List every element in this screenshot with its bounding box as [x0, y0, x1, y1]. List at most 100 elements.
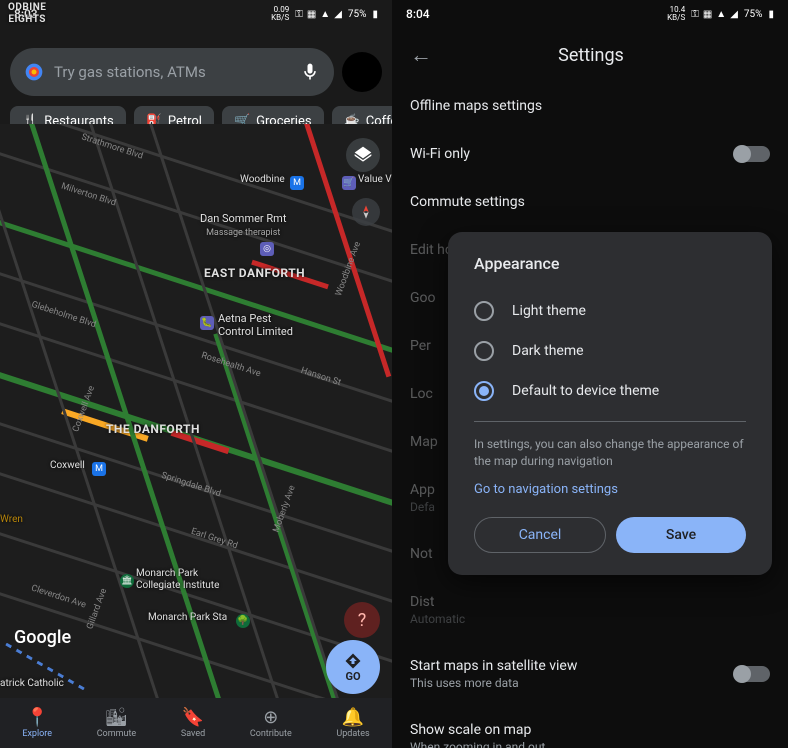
- vibrate-icon: ▦: [703, 9, 712, 20]
- setting-label: Commute settings: [410, 194, 525, 210]
- help-button[interactable]: ?: [344, 602, 380, 638]
- dialog-actions: Cancel Save: [474, 517, 746, 553]
- pest-icon[interactable]: 🐛: [200, 316, 214, 330]
- poi-wren[interactable]: Wren: [0, 514, 23, 526]
- poi-monarch-sta[interactable]: Monarch Park Sta: [148, 612, 227, 624]
- data-speed: 10.4 KB/S: [667, 6, 685, 22]
- area-label-top: ODBINEEIGHTS: [8, 2, 46, 26]
- nav-commute[interactable]: 🏙 Commute: [97, 707, 136, 739]
- poi-monarch-collegiate[interactable]: Monarch ParkCollegiate Institute: [136, 568, 219, 592]
- radio-label: Default to device theme: [512, 383, 659, 399]
- setting-label: Map: [410, 434, 438, 450]
- nav-updates[interactable]: 🔔 Updates: [336, 707, 369, 739]
- help-icon: ?: [358, 610, 367, 631]
- status-bar: 8:03 0.09 KB/S ⚿ ▦ ▲ ◢ 75% ▮: [0, 0, 392, 28]
- back-arrow-icon[interactable]: ←: [410, 42, 432, 68]
- key-icon: ⚿: [295, 9, 303, 20]
- poi-coxwell[interactable]: Coxwell: [50, 460, 85, 472]
- poi-dan-sommer[interactable]: Dan Sommer Rmt Massage therapist: [200, 212, 286, 239]
- area-east-danforth: EAST DANFORTH: [204, 266, 305, 280]
- battery-text: 75%: [348, 9, 367, 20]
- biz-icon[interactable]: ◎: [260, 242, 274, 256]
- store-icon[interactable]: 🛒: [342, 176, 356, 190]
- google-watermark: Google: [14, 627, 71, 648]
- go-button[interactable]: GO: [326, 640, 380, 694]
- search-row: Try gas stations, ATMs: [0, 48, 392, 96]
- status-right: 10.4 KB/S ⚿ ▦ ▲ ◢ 75% ▮: [667, 6, 774, 22]
- bookmark-icon: 🔖: [182, 707, 204, 727]
- setting-sublabel: Automatic: [410, 612, 465, 626]
- park-icon[interactable]: 🏛: [120, 574, 134, 588]
- setting-scale[interactable]: Show scale on map When zooming in and ou…: [410, 706, 770, 748]
- setting-label: Wi-Fi only: [410, 146, 470, 162]
- nav-label: Commute: [97, 729, 136, 739]
- compass-button[interactable]: [352, 198, 380, 226]
- buildings-icon: 🏙: [105, 707, 128, 727]
- mic-icon[interactable]: [300, 62, 320, 82]
- radio-icon: [474, 301, 494, 321]
- settings-header: ← Settings: [392, 28, 788, 82]
- dialog-info: In settings, you can also change the app…: [474, 436, 746, 470]
- setting-offline[interactable]: Offline maps settings: [410, 82, 770, 130]
- poi-woodbine[interactable]: Woodbine: [240, 174, 285, 186]
- cancel-button[interactable]: Cancel: [474, 517, 606, 553]
- settings-title: Settings: [452, 45, 730, 66]
- setting-label: Dist: [410, 594, 465, 610]
- radio-dark[interactable]: Dark theme: [474, 331, 746, 371]
- nav-label: Contribute: [250, 729, 292, 739]
- search-bar[interactable]: Try gas stations, ATMs: [10, 48, 334, 96]
- setting-commute[interactable]: Commute settings: [410, 178, 770, 226]
- road-hanson: Hanson St: [299, 366, 342, 388]
- battery-text: 75%: [744, 9, 763, 20]
- pin-icon: 📍: [26, 707, 48, 727]
- status-icons: ⚿ ▦ ▲ ◢: [691, 9, 738, 20]
- poi-aetna[interactable]: Aetna PestControl Limited: [218, 312, 293, 338]
- plus-circle-icon: ⊕: [263, 707, 278, 727]
- transit-coxwell-icon[interactable]: M: [92, 462, 106, 476]
- area-the-danforth: THE DANFORTH: [106, 422, 200, 436]
- radio-icon: [474, 341, 494, 361]
- setting-label: Loc: [410, 386, 433, 402]
- layers-button[interactable]: [346, 138, 380, 172]
- setting-satellite[interactable]: Start maps in satellite view This uses m…: [410, 642, 770, 706]
- save-button[interactable]: Save: [616, 517, 746, 553]
- satellite-toggle[interactable]: [734, 666, 770, 682]
- data-speed: 0.09 KB/S: [271, 6, 289, 22]
- appearance-dialog: Appearance Light theme Dark theme Defaul…: [448, 232, 772, 575]
- radio-icon: [474, 381, 494, 401]
- setting-wifi[interactable]: Wi-Fi only: [410, 130, 770, 178]
- setting-sublabel: When zooming in and out: [410, 740, 545, 748]
- nav-settings-link[interactable]: Go to navigation settings: [474, 482, 746, 497]
- transit-woodbine-icon[interactable]: M: [290, 176, 304, 190]
- map-canvas[interactable]: M Woodbine 🛒 Value V Dan Sommer Rmt Mass…: [0, 124, 392, 708]
- radio-label: Light theme: [512, 303, 586, 319]
- phone-left: 8:03 0.09 KB/S ⚿ ▦ ▲ ◢ 75% ▮ ODBINEEIGHT…: [0, 0, 392, 748]
- account-avatar[interactable]: [342, 52, 382, 92]
- nav-saved[interactable]: 🔖 Saved: [181, 707, 205, 739]
- nav-explore[interactable]: 📍 Explore: [22, 707, 52, 739]
- google-logo-icon: [24, 62, 44, 82]
- nav-contribute[interactable]: ⊕ Contribute: [250, 707, 292, 739]
- radio-light[interactable]: Light theme: [474, 291, 746, 331]
- wifi-icon: ▲: [320, 9, 330, 20]
- signal-icon: ◢: [334, 9, 342, 20]
- setting-label: Start maps in satellite view: [410, 658, 577, 674]
- status-icons: ⚿ ▦ ▲ ◢: [295, 9, 342, 20]
- poi-value[interactable]: Value V: [358, 174, 392, 186]
- wifi-toggle[interactable]: [734, 146, 770, 162]
- poi-catholic[interactable]: atrick Catholic: [0, 678, 64, 690]
- dialog-title: Appearance: [474, 254, 746, 273]
- vibrate-icon: ▦: [307, 9, 316, 20]
- battery-icon: ▮: [372, 9, 378, 20]
- setting-label: Goo: [410, 290, 436, 306]
- status-time: 8:04: [406, 7, 430, 21]
- battery-icon: ▮: [768, 9, 774, 20]
- radio-default[interactable]: Default to device theme: [474, 371, 746, 411]
- setting-dist: Dist Automatic: [410, 578, 770, 642]
- signal-icon: ◢: [730, 9, 738, 20]
- key-icon: ⚿: [691, 9, 699, 20]
- wifi-icon: ▲: [716, 9, 726, 20]
- park-icon-2[interactable]: 🌳: [236, 614, 250, 628]
- setting-label: App: [410, 482, 435, 498]
- go-label: GO: [345, 670, 360, 683]
